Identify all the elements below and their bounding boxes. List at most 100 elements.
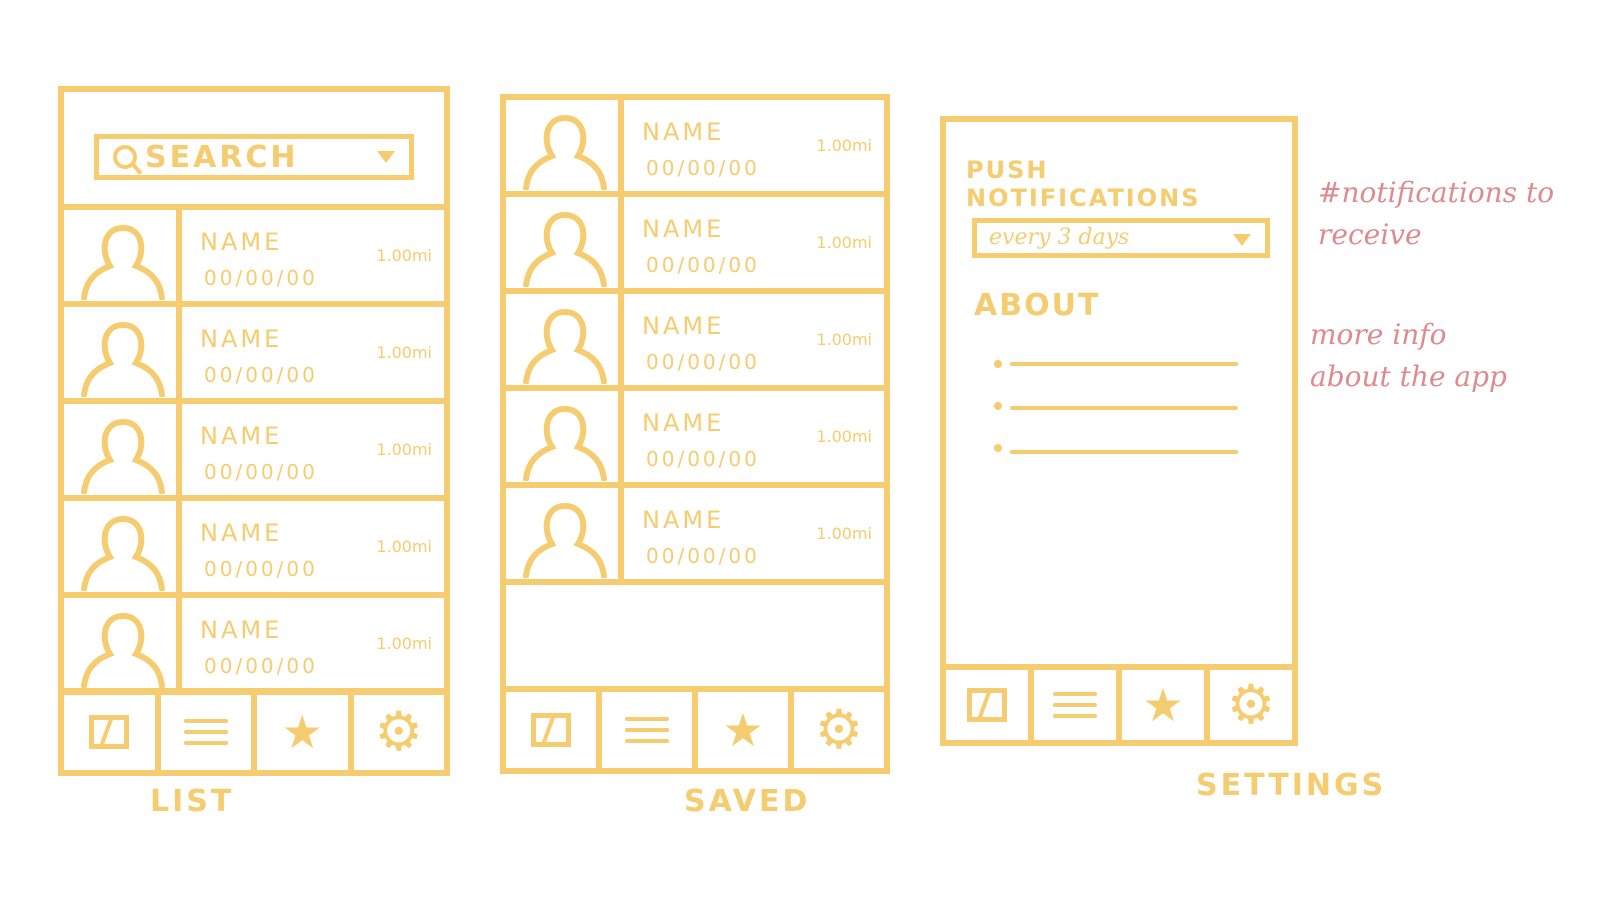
avatar — [64, 501, 182, 592]
item-name: NAME — [642, 215, 725, 243]
person-icon — [81, 322, 165, 397]
tab-settings[interactable]: ⚙ — [1210, 670, 1292, 740]
list-icon — [1053, 685, 1097, 725]
item-name: NAME — [200, 228, 283, 256]
list-icon — [183, 712, 228, 752]
tab-list[interactable] — [1034, 670, 1122, 740]
person-icon — [523, 503, 607, 578]
item-distance: 1.00mi — [816, 427, 872, 446]
avatar — [506, 197, 624, 288]
item-distance: 1.00mi — [816, 330, 872, 349]
item-date: 00/00/00 — [646, 156, 760, 180]
list-item[interactable]: NAME 00/00/00 1.00mi — [64, 501, 444, 598]
list-item[interactable]: NAME 00/00/00 1.00mi — [64, 210, 444, 307]
tab-saved[interactable]: ★ — [257, 694, 354, 770]
item-name: NAME — [200, 519, 283, 547]
tab-settings[interactable]: ⚙ — [354, 694, 445, 770]
avatar — [64, 404, 182, 495]
item-distance: 1.00mi — [376, 537, 432, 556]
notifications-annotation: #notifications to receive — [1318, 176, 1555, 251]
person-icon — [81, 613, 165, 688]
list-item[interactable]: NAME 00/00/00 1.00mi — [506, 100, 884, 197]
settings-screen: PUSH NOTIFICATIONS every 3 days ABOUT ★ … — [940, 116, 1298, 746]
avatar — [506, 488, 624, 579]
person-icon — [523, 212, 607, 287]
item-date: 00/00/00 — [204, 557, 318, 581]
item-distance: 1.00mi — [816, 136, 872, 155]
star-icon: ★ — [1142, 678, 1184, 732]
about-annotation: more info about the app — [1310, 318, 1507, 393]
about-line — [1010, 362, 1238, 366]
item-date: 00/00/00 — [646, 544, 760, 568]
gear-icon: ⚙ — [374, 700, 423, 763]
search-icon — [113, 145, 137, 169]
settings-caption: SETTINGS — [1196, 768, 1387, 803]
item-distance: 1.00mi — [816, 524, 872, 543]
search-placeholder: SEARCH — [145, 139, 299, 175]
person-icon — [523, 115, 607, 190]
dropdown-arrow-icon[interactable] — [1233, 234, 1251, 246]
item-date: 00/00/00 — [646, 253, 760, 277]
about-bullet — [994, 360, 1002, 368]
map-icon — [89, 715, 130, 749]
person-icon — [81, 516, 165, 591]
item-date: 00/00/00 — [204, 363, 318, 387]
tab-map[interactable] — [506, 692, 602, 768]
item-name: NAME — [642, 312, 725, 340]
about-line — [1010, 406, 1238, 410]
avatar — [64, 210, 182, 301]
frequency-value: every 3 days — [989, 225, 1130, 250]
list-item[interactable]: NAME 00/00/00 1.00mi — [506, 197, 884, 294]
person-icon — [81, 225, 165, 300]
list-item[interactable]: NAME 00/00/00 1.00mi — [506, 391, 884, 488]
gear-icon: ⚙ — [814, 698, 864, 761]
item-distance: 1.00mi — [376, 246, 432, 265]
person-icon — [81, 419, 165, 494]
gear-icon: ⚙ — [1226, 673, 1276, 736]
item-distance: 1.00mi — [376, 343, 432, 362]
about-label: ABOUT — [974, 288, 1101, 323]
push-notifications-label: PUSH NOTIFICATIONS — [966, 156, 1201, 212]
list-item[interactable]: NAME 00/00/00 1.00mi — [64, 307, 444, 404]
list-item[interactable]: NAME 00/00/00 1.00mi — [506, 488, 884, 585]
about-bullet — [994, 402, 1002, 410]
person-icon — [523, 406, 607, 481]
person-icon — [523, 309, 607, 384]
avatar — [64, 598, 182, 689]
tab-list[interactable] — [161, 694, 257, 770]
list-screen: SEARCH NAME 00/00/00 1.00mi NAME 00/00/0… — [58, 86, 450, 776]
tab-map[interactable] — [946, 670, 1034, 740]
search-area: SEARCH — [64, 92, 444, 210]
tab-saved[interactable]: ★ — [698, 692, 794, 768]
tab-saved[interactable]: ★ — [1122, 670, 1210, 740]
saved-list: NAME 00/00/00 1.00mi NAME 00/00/00 1.00m… — [506, 100, 884, 585]
item-name: NAME — [200, 616, 283, 644]
frequency-select[interactable]: every 3 days — [972, 218, 1270, 258]
avatar — [506, 100, 624, 191]
tab-settings[interactable]: ⚙ — [794, 692, 884, 768]
item-date: 00/00/00 — [204, 460, 318, 484]
item-distance: 1.00mi — [376, 440, 432, 459]
tab-bar: ★ ⚙ — [64, 688, 444, 770]
search-input[interactable]: SEARCH — [94, 134, 414, 180]
tab-map[interactable] — [64, 694, 161, 770]
about-bullet — [994, 444, 1002, 452]
saved-caption: SAVED — [684, 784, 811, 819]
list-item[interactable]: NAME 00/00/00 1.00mi — [64, 404, 444, 501]
list-item[interactable]: NAME 00/00/00 1.00mi — [64, 598, 444, 695]
item-name: NAME — [200, 325, 283, 353]
tab-bar: ★ ⚙ — [946, 664, 1292, 740]
results-list: NAME 00/00/00 1.00mi NAME 00/00/00 1.00m… — [64, 210, 444, 695]
item-name: NAME — [642, 506, 725, 534]
dropdown-arrow-icon[interactable] — [377, 151, 395, 163]
list-caption: LIST — [150, 784, 235, 819]
list-icon — [625, 710, 669, 750]
item-date: 00/00/00 — [204, 654, 318, 678]
item-name: NAME — [642, 118, 725, 146]
avatar — [506, 294, 624, 385]
star-icon: ★ — [281, 705, 323, 759]
tab-list[interactable] — [602, 692, 698, 768]
list-item[interactable]: NAME 00/00/00 1.00mi — [506, 294, 884, 391]
about-line — [1010, 450, 1238, 454]
item-name: NAME — [642, 409, 725, 437]
